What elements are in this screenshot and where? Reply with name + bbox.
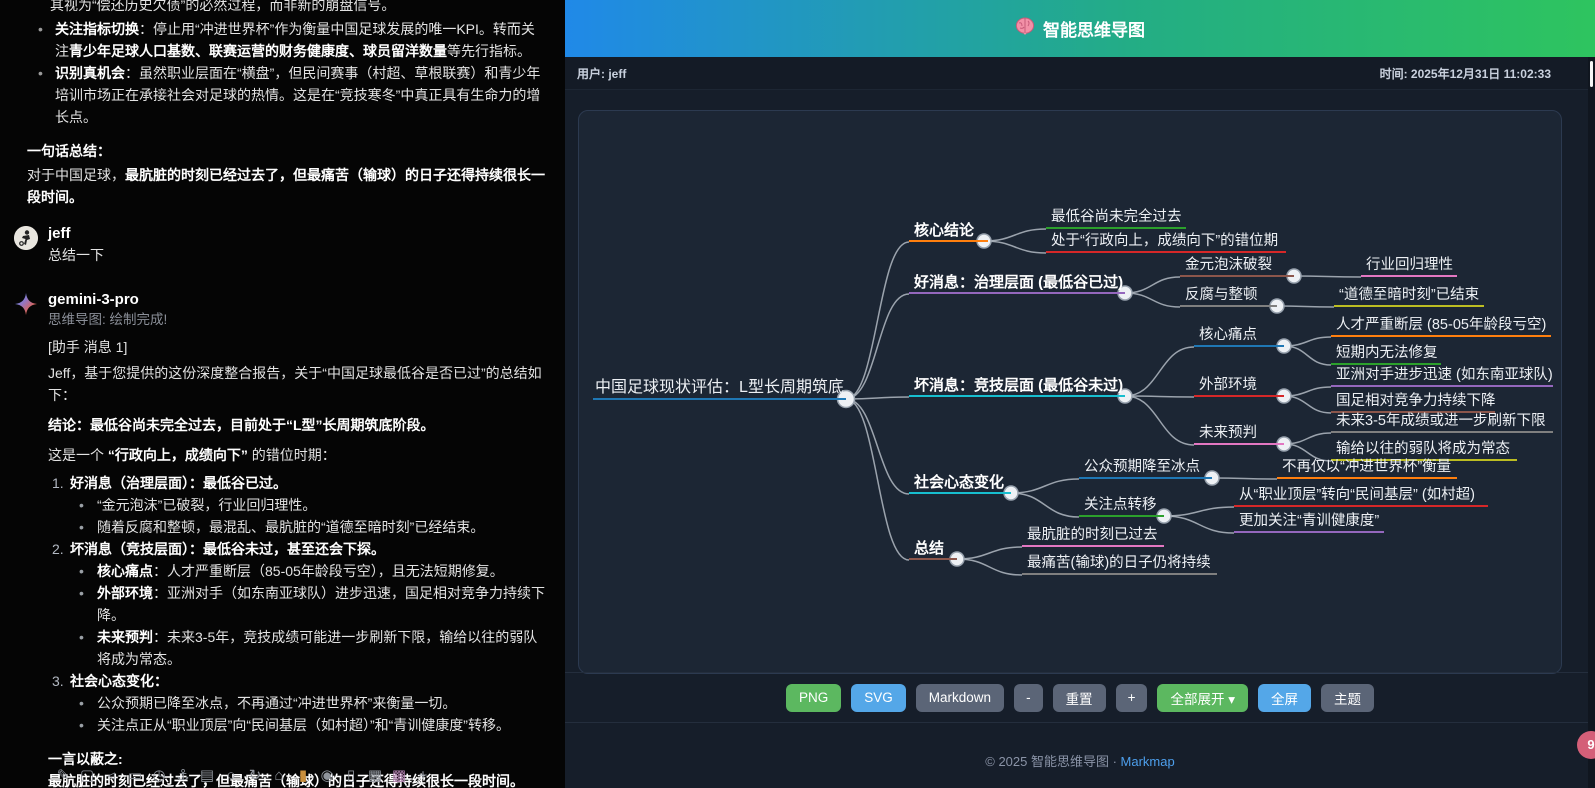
chat-bullet-list: 关注指标切换：停止用“冲进世界杯”作为衡量中国足球发展的唯一KPI。转而关注青少… [30,18,547,128]
mindmap-node[interactable]: 人才严重断层 (85-05年龄段亏空) [1331,316,1551,337]
mindmap-canvas[interactable]: 中国足球现状评估：L型长周期筑底 核心结论 最低谷尚未完全过去 处于“行政向上，… [578,110,1562,674]
mindmap-node[interactable]: 最痛苦(输球)的日子仍将持续 [1022,554,1217,575]
mindmap-node[interactable]: 从“职业顶层”转向“民间基层” (如村超) [1234,486,1488,507]
fullscreen-button[interactable]: 全屏 [1258,684,1311,712]
pencil-icon[interactable]: ✎ [55,765,71,787]
mindmap-node[interactable]: 社会心态变化 [909,473,1011,494]
list-subitem: 未来预判：未来3-5年，竞技成绩可能进一步刷新下限，输给以往的弱队将成为常态。 [48,626,547,670]
gemini-avatar [14,292,38,316]
markmap-link[interactable]: Markmap [1121,754,1175,769]
conclusion-text: 结论：最低谷尚未完全过去，目前处于“L型”长周期筑底阶段。 [48,414,547,436]
username: gemini-3-pro [48,290,547,310]
ordered-list: 1.好消息（治理层面）：最低谷已过。 “金元泡沫”已破裂，行业回归理性。 随着反… [48,472,547,736]
mindmap-node[interactable]: 不再仅以“冲进世界杯”衡量 [1277,458,1457,479]
screen: 其视为“偿还历史欠债”的必然过程，而非新的崩盘信号。 关注指标切换：停止用“冲进… [0,0,1595,788]
mindmap-node[interactable]: 亚洲对手进步迅速 (如东南亚球队) [1331,366,1553,387]
grid-icon[interactable]: ▦ [367,765,383,787]
app-footer: © 2025 智能思维导图 · Markmap [565,722,1595,788]
mindmap-node[interactable]: “道德至暗时刻”已结束 [1334,286,1484,307]
zoom-out-button[interactable]: - [1014,684,1043,712]
message-text: 这是一个 “行政向上，成绩向下” 的错位时期： [48,444,547,466]
mindmap-node[interactable]: 核心痛点 [1194,326,1284,347]
photo-icon[interactable]: ▩ [391,765,407,787]
scrollbar-thumb[interactable] [1590,61,1593,87]
username: jeff [48,224,547,244]
chat-toolbar: ✎ ▢ ◃ ▭ ◷ ⚓ ▤ ○ ↻ ⌂ ▮ ◉ ▯ ▦ ▩ + [55,765,431,787]
anchor-icon[interactable]: ⚓ [175,765,191,787]
message-text: 总结一下 [48,244,547,266]
theme-button[interactable]: 主题 [1321,684,1374,712]
mindmap-node[interactable]: 更加关注“青训健康度” [1234,512,1384,533]
summary-heading: 一句话总结： [27,140,547,162]
mindmap-node[interactable]: 金元泡沫破裂 [1180,256,1294,277]
export-markdown-button[interactable]: Markdown [916,684,1004,712]
expand-all-button[interactable]: 全部展开 ▾ [1157,684,1248,712]
mindmap-node[interactable]: 国足相对竞争力持续下降 [1331,392,1495,413]
mindmap-node[interactable]: 行业回归理性 [1361,256,1457,277]
mindmap-node[interactable]: 坏消息：竞技层面 (最低谷未过) [909,376,1125,397]
scrollbar-track[interactable] [1588,57,1595,788]
user-avatar [14,226,38,250]
reset-button[interactable]: 重置 [1053,684,1106,712]
monitor-icon[interactable]: ▭ [127,765,143,787]
export-png-button[interactable]: PNG [786,684,841,712]
status-text: 思维导图: 绘制完成! [48,310,547,330]
mindmap-node[interactable]: 最低谷尚未完全过去 [1046,208,1186,229]
copyright-text: © 2025 智能思维导图 · [985,754,1117,769]
list-item: 识别真机会：虽然职业层面在“横盘”，但民间赛事（村超、草根联赛）和青少年培训市场… [30,62,547,128]
mindmap-node[interactable]: 总结 [909,539,957,560]
mindmap-node[interactable]: 反腐与整顿 [1180,286,1277,307]
message-tag: [助手 消息 1] [48,336,547,358]
mindmap-node[interactable]: 短期内无法修复 [1331,344,1441,365]
trash-icon[interactable]: ▢ [79,765,95,787]
folder-icon[interactable]: ▮ [295,765,311,787]
list-item: 3.社会心态变化： [48,670,547,692]
mindmap-node[interactable]: 好消息：治理层面 (最低谷已过) [909,273,1125,294]
chat-text: 其视为“偿还历史欠债”的必然过程，而非新的崩盘信号。 [50,0,547,16]
app-header: 智能思维导图 [565,0,1595,57]
mindmap-node[interactable]: 未来预判 [1194,424,1284,445]
chat-panel: 其视为“偿还历史欠债”的必然过程，而非新的崩盘信号。 关注指标切换：停止用“冲进… [0,0,565,788]
list-subitem: 关注点正从“职业顶层”向“民间基层（如村超）”和“青训健康度”转移。 [48,714,547,736]
list-item: 1.好消息（治理层面）：最低谷已过。 [48,472,547,494]
summary-text: 对于中国足球，最肮脏的时刻已经过去了，但最痛苦（输球）的日子还得持续很长一段时间… [27,164,547,208]
mindmap-node[interactable]: 核心结论 [909,221,988,242]
app-title: 智能思维导图 [1043,16,1145,41]
export-svg-button[interactable]: SVG [851,684,906,712]
mindmap-app-panel: 智能思维导图 用户: jeff 时间: 2025年12月31日 11:02:33 [565,0,1595,788]
document-icon[interactable]: ▯ [343,765,359,787]
list-subitem: “金元泡沫”已破裂，行业回归理性。 [48,494,547,516]
info-bar: 用户: jeff 时间: 2025年12月31日 11:02:33 [565,57,1595,90]
mindmap-node[interactable]: 公众预期降至冰点 [1079,458,1212,479]
zoom-in-button[interactable]: + [1116,684,1148,712]
list-item: 关注指标切换：停止用“冲进世界杯”作为衡量中国足球发展的唯一KPI。转而关注青少… [30,18,547,62]
list-subitem: 核心痛点：人才严重断层（85-05年龄段亏空），且无法短期修复。 [48,560,547,582]
speaker-icon[interactable]: ◃ [103,765,119,787]
mindmap-node[interactable]: 最肮脏的时刻已过去 [1022,526,1164,547]
plus-icon[interactable]: + [415,765,431,787]
list-item: 2.坏消息（竞技层面）：最低谷未过，甚至还会下探。 [48,538,547,560]
mindmap-node[interactable]: 未来3-5年成绩或进一步刷新下限 [1331,412,1553,433]
home-icon[interactable]: ⌂ [271,765,287,787]
brain-icon [1015,17,1035,40]
save-icon[interactable]: ▤ [199,765,215,787]
mindmap-node[interactable]: 关注点转移 [1079,496,1164,517]
circle-icon[interactable]: ○ [223,765,239,787]
user-label: 用户: jeff [577,65,626,82]
chat-message-assistant: gemini-3-pro 思维导图: 绘制完成! [助手 消息 1] Jeff，… [14,290,547,788]
clock-icon[interactable]: ◷ [151,765,167,787]
list-subitem: 外部环境：亚洲对手（如东南亚球队）进步迅速，国足相对竞争力持续下降。 [48,582,547,626]
map-toolbar: PNG SVG Markdown - 重置 + 全部展开 ▾ 全屏 主题 [565,672,1595,722]
list-subitem: 公众预期已降至冰点，不再通过“冲进世界杯”来衡量一切。 [48,692,547,714]
mindmap-node-root[interactable]: 中国足球现状评估：L型长周期筑底 [593,377,846,400]
mindmap-node[interactable]: 外部环境 [1194,376,1284,397]
person-icon[interactable]: ◉ [319,765,335,787]
mindmap-node[interactable]: 处于“行政向上，成绩向下”的错位期 [1046,232,1286,253]
message-text: Jeff，基于您提供的这份深度整合报告，关于“中国足球最低谷是否已过”的总结如下… [48,362,547,406]
chat-message-user: jeff 总结一下 [14,224,547,266]
list-subitem: 随着反腐和整顿，最混乱、最肮脏的“道德至暗时刻”已经结束。 [48,516,547,538]
refresh-icon[interactable]: ↻ [247,765,263,787]
time-label: 时间: 2025年12月31日 11:02:33 [1380,65,1551,82]
